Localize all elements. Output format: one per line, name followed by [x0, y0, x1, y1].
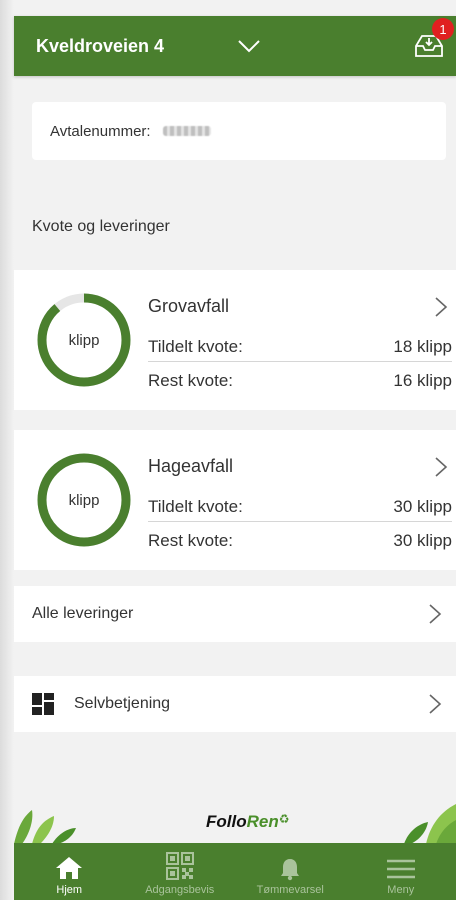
section-title: Kvote og leveringer: [32, 218, 170, 235]
tab-label: Tømmevarsel: [256, 884, 324, 896]
tab-label: Meny: [387, 884, 415, 896]
agreement-number-redacted: [162, 126, 211, 136]
rest-label: Rest kvote:: [148, 371, 234, 390]
rest-quota-row: Rest kvote: 30 klipp: [148, 526, 452, 556]
all-deliveries-row[interactable]: Alle leveringer: [14, 586, 456, 642]
app-screen: Kveldroveien 4 1 Avtalenummer: Kvote og …: [0, 0, 456, 900]
bottom-tab-bar: Hjem Adgangsbevis Tømmevarsel Meny: [14, 843, 456, 900]
edge-shadow: [0, 0, 14, 900]
tab-emptying-notice[interactable]: Tømmevarsel: [235, 843, 346, 900]
chevron-right-icon: [435, 457, 448, 477]
self-service-label: Selvbetjening: [74, 695, 171, 712]
recycle-icon: ♻: [278, 812, 290, 826]
home-icon: [56, 857, 83, 879]
assigned-label: Tildelt kvote:: [148, 336, 243, 356]
chevron-right-icon: [429, 604, 442, 624]
ring-label: klipp: [68, 331, 100, 349]
agreement-label: Avtalenummer:: [50, 122, 151, 140]
chevron-down-icon[interactable]: [236, 36, 262, 56]
notification-badge: 1: [432, 18, 454, 40]
qr-code-icon: [165, 852, 194, 880]
tab-access-card[interactable]: Adgangsbevis: [125, 843, 236, 900]
top-header: Kveldroveien 4 1: [14, 16, 456, 76]
logo-text-ren: Ren: [246, 812, 279, 831]
tab-home[interactable]: Hjem: [14, 843, 125, 900]
address-title[interactable]: Kveldroveien 4: [36, 36, 164, 57]
ring-label: klipp: [68, 491, 100, 509]
agreement-card: Avtalenummer:: [32, 102, 446, 160]
leaves-decoration-icon: [14, 810, 76, 844]
assigned-label: Tildelt kvote:: [148, 496, 243, 516]
dashboard-icon: [32, 693, 54, 715]
quota-name: Grovavfall: [148, 296, 230, 316]
rest-label: Rest kvote:: [148, 531, 234, 550]
leaves-decoration-icon: [404, 804, 456, 844]
chevron-right-icon: [429, 694, 442, 714]
quota-name: Hageavfall: [148, 456, 234, 476]
tab-label: Hjem: [56, 884, 83, 896]
chevron-right-icon: [435, 297, 448, 317]
follo-ren-logo: FolloRen♻: [206, 812, 290, 832]
quota-card-hageavfall[interactable]: klipp Hageavfall Tildelt kvote: 30 klipp…: [14, 430, 456, 570]
tab-menu[interactable]: Meny: [346, 843, 456, 900]
all-deliveries-label: Alle leveringer: [32, 605, 134, 622]
assigned-quota-row: Tildelt kvote: 18 klipp: [148, 332, 452, 362]
rest-quota-row: Rest kvote: 16 klipp: [148, 366, 452, 396]
menu-icon: [386, 859, 415, 879]
logo-text-follo: Follo: [206, 812, 247, 831]
assigned-quota-row: Tildelt kvote: 30 klipp: [148, 492, 452, 522]
quota-card-grovavfall[interactable]: klipp Grovavfall Tildelt kvote: 18 klipp…: [14, 270, 456, 410]
bell-icon: [281, 859, 300, 881]
tab-label: Adgangsbevis: [145, 884, 215, 896]
self-service-row[interactable]: Selvbetjening: [14, 676, 456, 732]
rest-value: 16 klipp: [393, 371, 452, 390]
assigned-value: 30 klipp: [393, 496, 452, 516]
assigned-value: 18 klipp: [393, 336, 452, 356]
rest-value: 30 klipp: [393, 531, 452, 550]
